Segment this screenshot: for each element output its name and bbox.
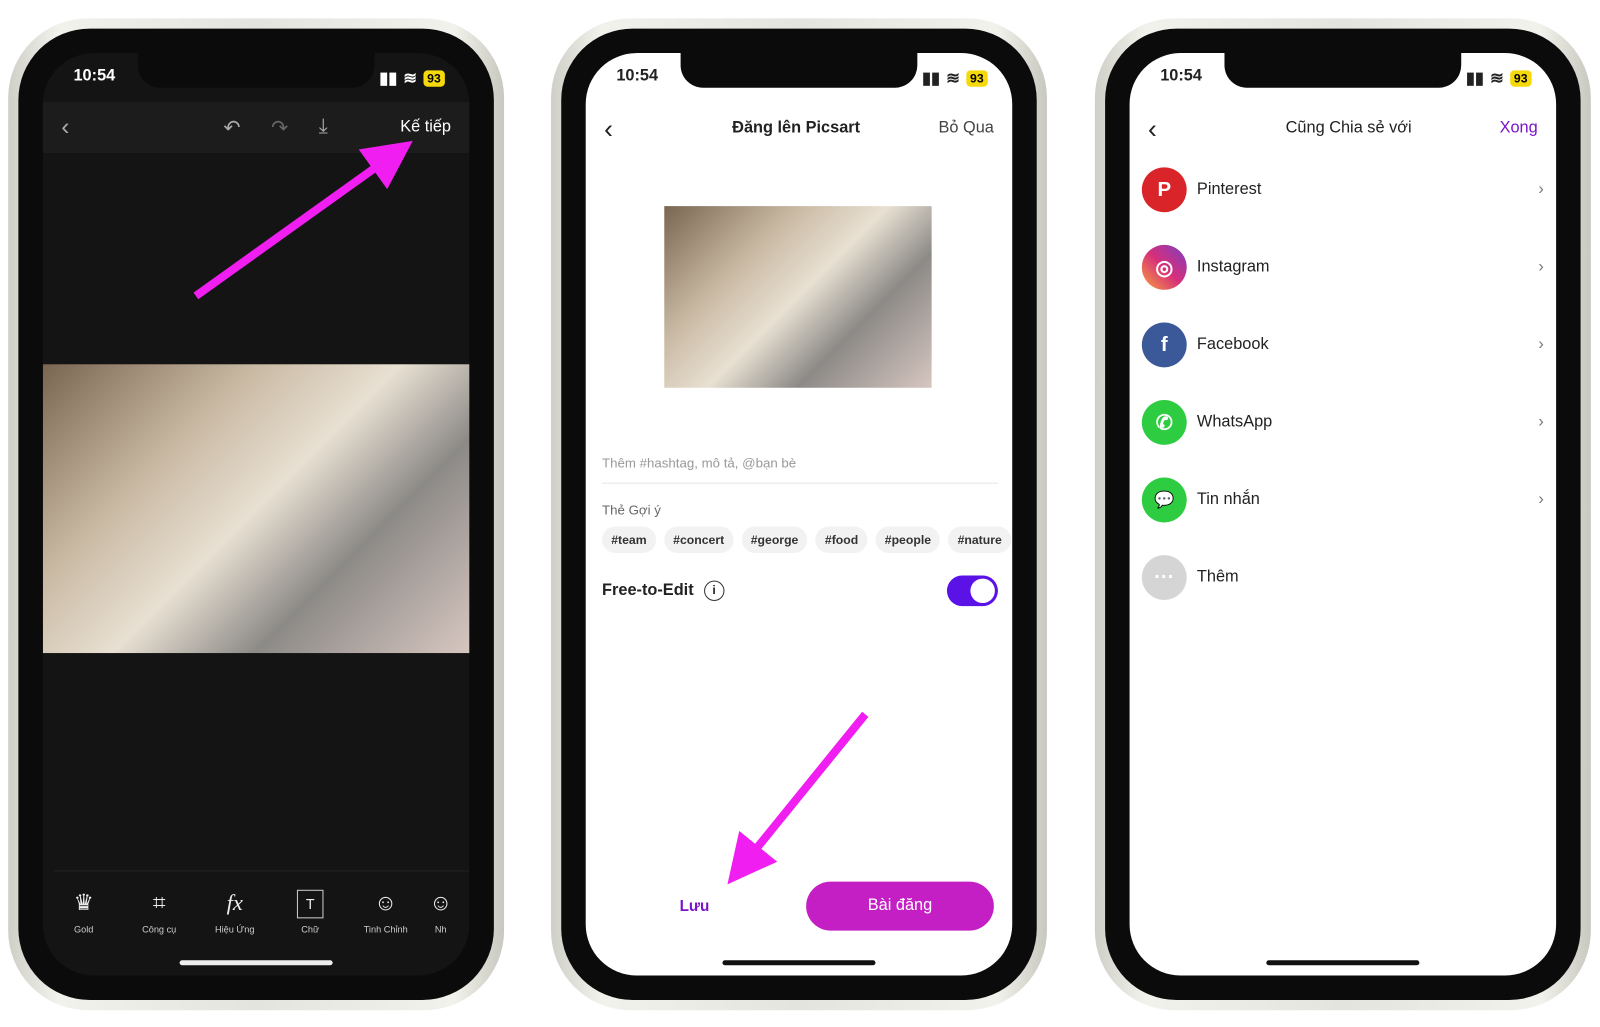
notch xyxy=(1224,53,1462,88)
signal-icon: ▮▮ xyxy=(922,70,941,88)
battery: 93 xyxy=(1509,70,1532,87)
arrow-to-next xyxy=(193,140,413,300)
battery: 93 xyxy=(423,70,445,87)
battery: 93 xyxy=(965,70,988,87)
status-time: 10:54 xyxy=(616,67,659,85)
wifi-icon: ≋ xyxy=(1490,70,1504,88)
wifi-icon: ≋ xyxy=(946,70,960,88)
status-time: 10:54 xyxy=(1160,67,1202,85)
wifi-icon: ≋ xyxy=(403,70,417,88)
signal-icon: ▮▮ xyxy=(1465,70,1484,88)
annotation-arrows xyxy=(193,140,869,885)
notch xyxy=(137,53,375,88)
notch xyxy=(680,53,918,88)
arrow-to-save xyxy=(727,711,869,885)
signal-icon: ▮▮ xyxy=(379,70,398,88)
status-time: 10:54 xyxy=(73,67,116,85)
